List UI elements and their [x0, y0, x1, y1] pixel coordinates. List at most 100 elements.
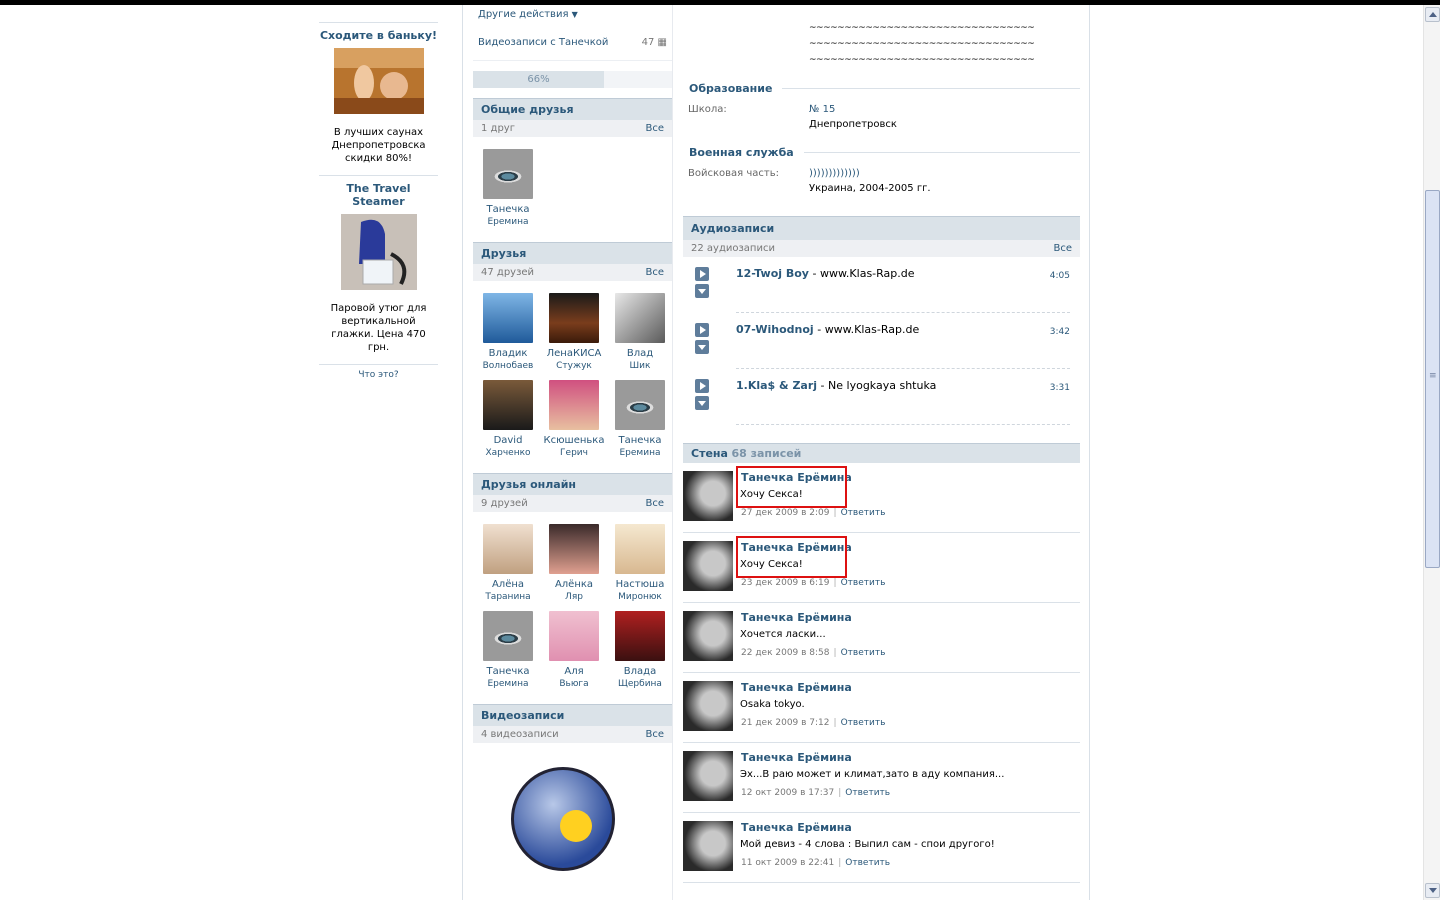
friend-card[interactable]: Ксюшенька Герич: [541, 380, 607, 459]
friend-last-name[interactable]: Стужук: [541, 360, 607, 372]
play-icon[interactable]: [695, 379, 709, 393]
friend-last-name[interactable]: Еремина: [607, 447, 673, 459]
friend-card[interactable]: Аля Вьюга: [541, 611, 607, 690]
friend-first-name[interactable]: Алёнка: [541, 578, 607, 591]
friend-avatar[interactable]: [483, 293, 533, 343]
friend-card[interactable]: ЛенаКИСА Стужук: [541, 293, 607, 372]
ad-steamer-image[interactable]: [340, 214, 417, 290]
scroll-down-arrow-icon[interactable]: [1425, 883, 1440, 898]
friend-avatar[interactable]: [483, 149, 533, 199]
post-avatar[interactable]: [683, 751, 733, 801]
friend-first-name[interactable]: David: [475, 434, 541, 447]
play-icon[interactable]: [695, 267, 709, 281]
reply-link[interactable]: Ответить: [845, 858, 890, 868]
scroll-up-arrow-icon[interactable]: [1425, 7, 1440, 22]
videos-header[interactable]: Видеозаписи: [473, 704, 672, 726]
wall-title[interactable]: Стена: [691, 447, 728, 460]
audio-all-link[interactable]: Все: [1053, 243, 1072, 254]
friend-first-name[interactable]: ЛенаКИСА: [541, 347, 607, 360]
friend-avatar[interactable]: [615, 293, 665, 343]
friend-avatar[interactable]: [615, 524, 665, 574]
ad-sauna-image[interactable]: [333, 48, 424, 114]
post-author[interactable]: Танечка Ерёмина: [741, 681, 852, 694]
friend-avatar[interactable]: [549, 380, 599, 430]
friend-last-name[interactable]: Еремина: [475, 216, 541, 228]
post-avatar[interactable]: [683, 541, 733, 591]
friend-last-name[interactable]: Харченко: [475, 447, 541, 459]
ad-sauna[interactable]: Сходите в баньку! В лучших саунах Днепро…: [319, 22, 438, 165]
friend-last-name[interactable]: Щербина: [607, 678, 673, 690]
friend-last-name[interactable]: Шик: [607, 360, 673, 372]
friend-first-name[interactable]: Настюша: [607, 578, 673, 591]
reply-link[interactable]: Ответить: [841, 718, 886, 728]
ad-steamer[interactable]: The Travel Steamer Паровой утюг для верт…: [319, 175, 438, 354]
post-avatar[interactable]: [683, 681, 733, 731]
friend-avatar[interactable]: [483, 611, 533, 661]
common-friends-header[interactable]: Общие друзья: [473, 98, 672, 120]
other-actions-menu[interactable]: Другие действия ▼: [473, 5, 672, 24]
friend-card[interactable]: Влада Щербина: [607, 611, 673, 690]
track-artist[interactable]: 07-Wihodnoj: [736, 323, 814, 336]
videos-with-label[interactable]: Видеозаписи с Танечкой: [478, 37, 608, 48]
friend-first-name[interactable]: Аля: [541, 665, 607, 678]
friend-avatar[interactable]: [483, 380, 533, 430]
ad-title[interactable]: The Travel Steamer: [319, 182, 438, 208]
vertical-scrollbar[interactable]: [1423, 5, 1440, 900]
reply-link[interactable]: Ответить: [845, 788, 890, 798]
friend-card[interactable]: Танечка Еремина: [475, 149, 541, 228]
friends-online-header[interactable]: Друзья онлайн: [473, 473, 672, 495]
video-ball-image[interactable]: [511, 767, 615, 871]
post-author[interactable]: Танечка Ерёмина: [741, 611, 852, 624]
video-thumbnail[interactable]: [483, 755, 643, 871]
track-artist[interactable]: 12-Twoj Boy: [736, 267, 809, 280]
post-author[interactable]: Танечка Ерёмина: [741, 751, 852, 764]
friends-online-all-link[interactable]: Все: [645, 498, 664, 509]
friend-last-name[interactable]: Миронюк: [607, 591, 673, 603]
friend-card[interactable]: Настюша Миронюк: [607, 524, 673, 603]
common-friends-all-link[interactable]: Все: [645, 123, 664, 134]
friend-last-name[interactable]: Герич: [541, 447, 607, 459]
friends-header[interactable]: Друзья: [473, 242, 672, 264]
school-link[interactable]: № 15: [809, 102, 897, 117]
friend-card[interactable]: Танечка Еремина: [607, 380, 673, 459]
friend-first-name[interactable]: Владик: [475, 347, 541, 360]
military-unit-link[interactable]: ))))))))))))): [809, 166, 931, 181]
friend-last-name[interactable]: Еремина: [475, 678, 541, 690]
reply-link[interactable]: Ответить: [841, 508, 886, 518]
track-artist[interactable]: 1.Kla$ & Zarj: [736, 379, 817, 392]
friend-avatar[interactable]: [615, 380, 665, 430]
reply-link[interactable]: Ответить: [841, 578, 886, 588]
friend-first-name[interactable]: Танечка: [607, 434, 673, 447]
friend-last-name[interactable]: Ляр: [541, 591, 607, 603]
friend-avatar[interactable]: [549, 611, 599, 661]
friend-last-name[interactable]: Вьюга: [541, 678, 607, 690]
friend-first-name[interactable]: Влад: [607, 347, 673, 360]
friend-avatar[interactable]: [549, 293, 599, 343]
download-icon[interactable]: [695, 396, 709, 410]
post-avatar[interactable]: [683, 471, 733, 521]
friend-first-name[interactable]: Танечка: [475, 203, 541, 216]
friend-first-name[interactable]: Алёна: [475, 578, 541, 591]
other-actions-label[interactable]: Другие действия: [478, 9, 568, 20]
friends-all-link[interactable]: Все: [645, 267, 664, 278]
friend-card[interactable]: Танечка Еремина: [475, 611, 541, 690]
friend-first-name[interactable]: Ксюшенька: [541, 434, 607, 447]
friend-card[interactable]: Влад Шик: [607, 293, 673, 372]
friend-avatar[interactable]: [483, 524, 533, 574]
friend-avatar[interactable]: [549, 524, 599, 574]
post-avatar[interactable]: [683, 821, 733, 871]
friend-first-name[interactable]: Влада: [607, 665, 673, 678]
wall-header[interactable]: Стена 68 записей: [683, 443, 1080, 463]
post-avatar[interactable]: [683, 611, 733, 661]
friend-first-name[interactable]: Танечка: [475, 665, 541, 678]
friend-card[interactable]: Алёна Таранина: [475, 524, 541, 603]
audio-header[interactable]: Аудиозаписи: [683, 216, 1080, 240]
play-icon[interactable]: [695, 323, 709, 337]
friend-card[interactable]: Владик Волнобаев: [475, 293, 541, 372]
friend-card[interactable]: David Харченко: [475, 380, 541, 459]
download-icon[interactable]: [695, 284, 709, 298]
caret-down-icon[interactable]: ▼: [572, 10, 578, 19]
friend-avatar[interactable]: [615, 611, 665, 661]
ad-title[interactable]: Сходите в баньку!: [319, 29, 438, 42]
friend-last-name[interactable]: Таранина: [475, 591, 541, 603]
